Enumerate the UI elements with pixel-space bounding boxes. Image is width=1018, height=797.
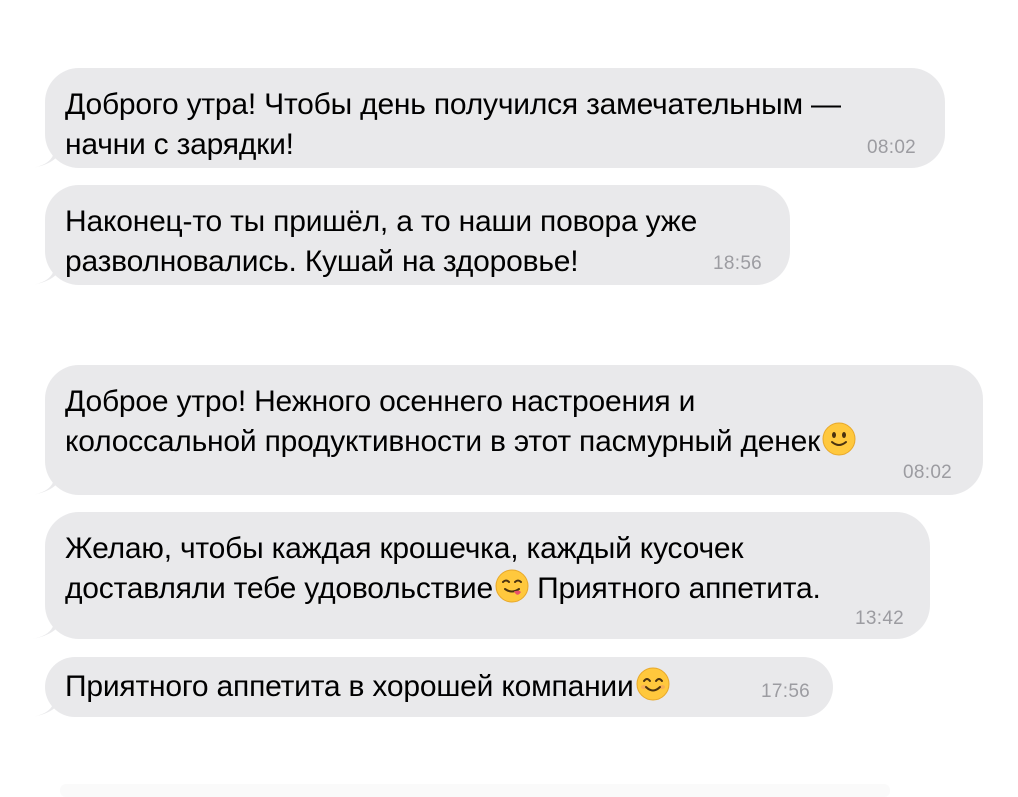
message-line: разволновались. Кушай на здоровье! xyxy=(65,245,579,278)
message-bubble[interactable]: Наконец-то ты пришёл, а то наши повора у… xyxy=(32,185,790,285)
message-timestamp: 18:56 xyxy=(713,253,763,274)
message-bubble[interactable]: Приятного аппетита в хорошей компании 17… xyxy=(32,657,833,717)
bubble-tail xyxy=(32,138,66,168)
message-line-text: колоссальной продуктивности в этот пасму… xyxy=(65,425,821,458)
face-savoring-food-icon xyxy=(495,569,529,603)
next-message-edge xyxy=(60,784,890,797)
chat-thread: Доброго утра! Чтобы день получился замеч… xyxy=(0,0,1018,797)
message-text: Приятного аппетита в хорошей компании xyxy=(65,667,670,707)
slightly-smiling-face-icon xyxy=(822,422,856,456)
message-timestamp: 17:56 xyxy=(761,681,811,702)
bubble-tail xyxy=(32,687,66,717)
message-bubble[interactable]: Доброе утро! Нежного осеннего настроения… xyxy=(32,365,983,495)
bubble-tail xyxy=(32,465,66,495)
message-line: Наконец-то ты пришёл, а то наши повора у… xyxy=(65,205,698,238)
bubble-tail xyxy=(32,255,66,285)
message-bubble[interactable]: Доброго утра! Чтобы день получился замеч… xyxy=(32,68,945,168)
message-line-with-emoji: колоссальной продуктивности в этот пасму… xyxy=(65,422,856,462)
message-timestamp: 08:02 xyxy=(867,137,917,158)
smiling-face-with-smiling-eyes-icon xyxy=(636,667,670,701)
message-line: начни с зарядки! xyxy=(65,128,294,161)
message-text: Желаю, чтобы каждая крошечка, каждый кус… xyxy=(65,529,821,609)
message-line-with-emoji: Приятного аппетита в хорошей компании xyxy=(65,667,670,707)
message-text: Наконец-то ты пришёл, а то наши повора у… xyxy=(65,202,697,282)
message-line-text: Приятного аппетита. xyxy=(528,572,821,605)
message-line-text: Приятного аппетита в хорошей компании xyxy=(65,670,634,703)
message-line: Доброе утро! Нежного осеннего настроения… xyxy=(65,385,696,418)
message-timestamp: 13:42 xyxy=(855,608,905,629)
message-line-text: доставляли тебе удовольствие xyxy=(65,572,493,605)
bubble-tail xyxy=(32,609,66,639)
message-bubble[interactable]: Желаю, чтобы каждая крошечка, каждый кус… xyxy=(32,512,930,639)
message-line-with-emoji: доставляли тебе удовольствие Приятного а… xyxy=(65,569,821,609)
message-line: Желаю, чтобы каждая крошечка, каждый кус… xyxy=(65,532,744,565)
message-text: Доброго утра! Чтобы день получился замеч… xyxy=(65,85,841,165)
message-line: Доброго утра! Чтобы день получился замеч… xyxy=(65,88,841,121)
message-timestamp: 08:02 xyxy=(903,462,953,483)
message-text: Доброе утро! Нежного осеннего настроения… xyxy=(65,382,856,462)
